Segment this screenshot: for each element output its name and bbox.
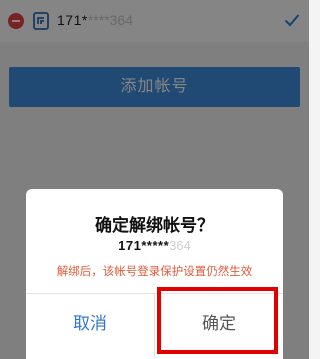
dialog-warning-text: 解绑后，该帐号登录保护设置仍然生效 [56, 266, 253, 278]
highlight-annotation-box [157, 287, 278, 354]
dialog-account-masked: 364 [169, 238, 191, 253]
dialog-title: 确定解绑帐号？ [95, 216, 214, 235]
dialog-account-visible: 171***** [118, 238, 170, 253]
cancel-button[interactable]: 取消 [26, 294, 154, 354]
dialog-account-number: 171*****364 [26, 238, 283, 253]
